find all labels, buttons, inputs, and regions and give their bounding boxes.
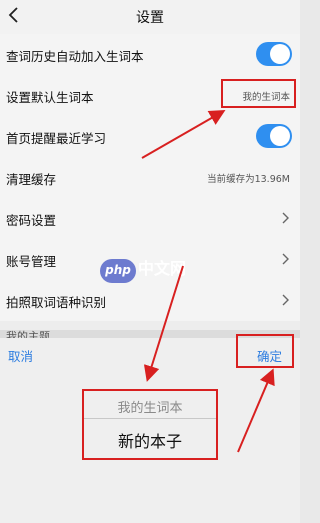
watermark-logo: php: [100, 259, 136, 283]
row-label: 密码设置: [6, 213, 57, 228]
annotation-box-confirm: [236, 334, 294, 368]
toggle-knob: [270, 44, 290, 64]
settings-row-clear-cache[interactable]: 清理缓存 当前缓存为13.96M: [0, 157, 300, 198]
cache-size-value: 当前缓存为13.96M: [207, 174, 290, 185]
settings-row-password[interactable]: 密码设置: [0, 198, 300, 239]
chevron-right-icon: [282, 212, 289, 224]
page-title: 设置: [136, 10, 164, 26]
annotation-box-picker: [82, 389, 218, 460]
row-label: 设置默认生词本: [6, 90, 94, 105]
annotation-box-default-value: [221, 79, 296, 108]
row-label: 查词历史自动加入生词本: [6, 49, 144, 64]
chevron-right-icon: [282, 253, 289, 265]
settings-row-photo-lang[interactable]: 拍照取词语种识别: [0, 280, 300, 321]
settings-row-home-reminder[interactable]: 首页提醒最近学习: [0, 116, 300, 157]
cancel-button[interactable]: 取消: [8, 346, 33, 365]
auto-add-toggle[interactable]: [256, 42, 292, 66]
watermark-text: 中文网: [138, 259, 187, 278]
row-label: 清理缓存: [6, 172, 57, 187]
settings-screen: 设置 查词历史自动加入生词本 设置默认生词本 我的生词本 首页提醒最近学习 清理…: [0, 0, 300, 523]
toggle-knob: [270, 126, 290, 146]
settings-row-auto-add[interactable]: 查词历史自动加入生词本: [0, 34, 300, 75]
row-label: 首页提醒最近学习: [6, 131, 107, 146]
header-bar: 设置: [0, 0, 300, 34]
watermark: php 中文网: [100, 255, 186, 283]
chevron-right-icon: [282, 294, 289, 306]
row-label: 账号管理: [6, 254, 57, 269]
row-label: 拍照取词语种识别: [6, 295, 107, 310]
home-reminder-toggle[interactable]: [256, 124, 292, 148]
